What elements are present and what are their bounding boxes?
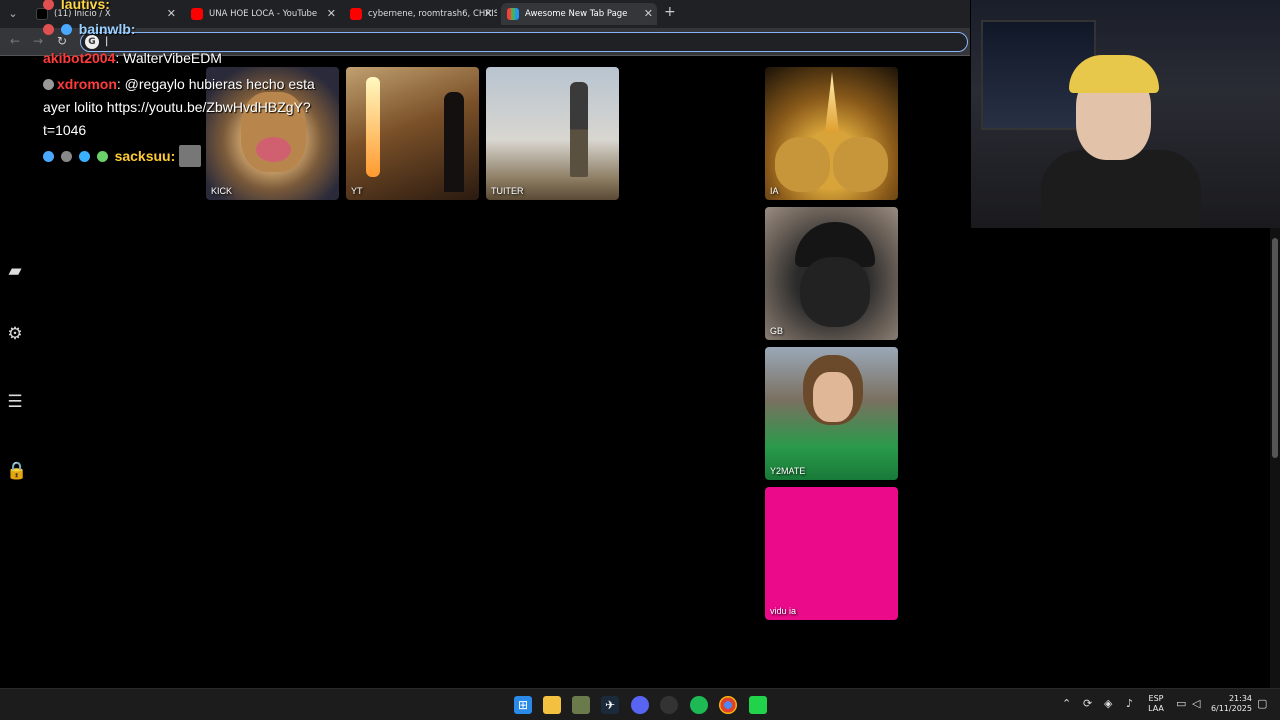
chat-message: xdromon: @regaylo hubieras hecho esta ay… bbox=[43, 73, 338, 142]
layout-icon[interactable]: ☰ bbox=[6, 393, 24, 411]
spotify-icon[interactable] bbox=[690, 696, 708, 714]
chat-text: : WalterVibeEDM bbox=[115, 50, 222, 66]
minecraft-icon[interactable] bbox=[572, 696, 590, 714]
tile-label: TUITER bbox=[491, 186, 524, 196]
chat-message: akibot2004: WalterVibeEDM bbox=[43, 47, 222, 70]
clock[interactable]: 21:34 6/11/2025 bbox=[1210, 694, 1252, 714]
fire-column bbox=[366, 77, 380, 177]
badge-icon bbox=[43, 151, 54, 162]
close-icon[interactable]: ✕ bbox=[644, 3, 653, 25]
badge-icon bbox=[78, 151, 90, 162]
tab-label: Awesome New Tab Page bbox=[525, 9, 628, 19]
tile-label: Y2MATE bbox=[770, 466, 806, 476]
chat-message: lautivs: bbox=[43, 0, 110, 16]
chevron-up-icon[interactable]: ⌃ bbox=[1062, 697, 1071, 710]
webcam-overlay bbox=[971, 0, 1280, 228]
cat-right bbox=[833, 137, 888, 192]
chat-message: sacksuu: bbox=[43, 145, 204, 168]
file-explorer-icon[interactable] bbox=[543, 696, 561, 714]
tile-label: KICK bbox=[211, 186, 233, 196]
page-scrollbar[interactable] bbox=[1270, 228, 1280, 688]
black-cat bbox=[800, 257, 870, 327]
tile-label: GB bbox=[770, 326, 784, 336]
soldier-silhouette bbox=[444, 92, 464, 192]
taskbar: ⊞ ✈ ⌃ ⟳ ◈ ♪ ESP LAA ▭ ◁ 21:34 6/11/2025 … bbox=[0, 688, 1280, 720]
chat-username: sacksuu: bbox=[114, 148, 176, 164]
back-arrow-icon[interactable]: ← bbox=[10, 34, 20, 48]
tile-label: IA bbox=[770, 186, 779, 196]
face bbox=[813, 372, 853, 422]
tab-youtube-2[interactable]: cybernene, roomtrash6, CHRIS ✕ bbox=[344, 3, 497, 25]
close-icon[interactable]: ✕ bbox=[327, 3, 336, 25]
gamepad-icon[interactable]: ▰ bbox=[6, 262, 24, 280]
chat-username: bainwlb: bbox=[78, 21, 136, 37]
badge-icon bbox=[43, 0, 54, 10]
badge-icon bbox=[60, 151, 72, 162]
man-figure bbox=[570, 82, 588, 177]
chat-username: lautivs: bbox=[60, 0, 110, 12]
clock-date: 6/11/2025 bbox=[1210, 704, 1252, 713]
chat-username: akibot2004 bbox=[43, 50, 116, 66]
microphone-icon[interactable]: ♪ bbox=[1126, 697, 1133, 710]
badge-icon bbox=[43, 24, 54, 35]
badge-icon bbox=[43, 79, 54, 90]
tile-youtube[interactable]: YT bbox=[346, 67, 479, 200]
tab-label: cybernene, roomtrash6, CHRIS bbox=[368, 9, 497, 19]
sync-icon[interactable]: ⟳ bbox=[1083, 697, 1092, 710]
streamer-body bbox=[1041, 150, 1201, 228]
youtube-icon bbox=[191, 8, 203, 20]
new-tab-plus-icon[interactable]: + bbox=[664, 4, 676, 20]
new-tab-page-icon bbox=[507, 8, 519, 20]
forward-arrow-icon[interactable]: → bbox=[33, 34, 43, 48]
lang-layout: LAA bbox=[1148, 704, 1164, 713]
tile-gb[interactable]: GB bbox=[765, 207, 898, 340]
badge-icon bbox=[96, 151, 108, 162]
discord-icon[interactable] bbox=[631, 696, 649, 714]
tile-label: YT bbox=[351, 186, 363, 196]
close-icon[interactable]: ✕ bbox=[167, 3, 176, 25]
close-icon[interactable]: ✕ bbox=[484, 3, 493, 25]
notification-icon[interactable]: ▢ bbox=[1257, 697, 1267, 710]
lock-icon[interactable]: 🔒 bbox=[6, 462, 27, 480]
shield-icon[interactable]: ◈ bbox=[1104, 697, 1112, 710]
tile-tuiter[interactable]: TUITER bbox=[486, 67, 619, 200]
lang-code: ESP bbox=[1148, 694, 1164, 703]
youtube-icon bbox=[350, 8, 362, 20]
tile-label: vidu ia bbox=[770, 606, 797, 616]
tab-strip: ⌄ (11) Inicio / X ✕ UNA HOE LOCA - YouTu… bbox=[0, 0, 970, 28]
clock-time: 21:34 bbox=[1228, 694, 1252, 703]
cat-left bbox=[775, 137, 830, 192]
streamer-cap bbox=[1069, 55, 1159, 93]
tab-label: UNA HOE LOCA - YouTube bbox=[209, 9, 318, 19]
chat-username: xdromon bbox=[57, 76, 117, 92]
chrome-icon[interactable] bbox=[719, 696, 737, 714]
steam-icon[interactable]: ✈ bbox=[601, 696, 619, 714]
volume-icon[interactable]: ◁ bbox=[1192, 697, 1200, 710]
gear-icon[interactable]: ⚙ bbox=[6, 325, 24, 343]
kick-icon[interactable] bbox=[749, 696, 767, 714]
emote-icon bbox=[179, 145, 202, 167]
app-icon[interactable] bbox=[660, 696, 678, 714]
windows-start-icon[interactable]: ⊞ bbox=[514, 696, 532, 714]
tab-awesome-new-tab[interactable]: Awesome New Tab Page ✕ bbox=[501, 3, 657, 25]
tab-search-icon[interactable]: ⌄ bbox=[4, 5, 22, 23]
badge-icon bbox=[60, 24, 72, 35]
language-indicator[interactable]: ESP LAA bbox=[1146, 694, 1166, 714]
tile-vidu-ia[interactable]: vidu ia bbox=[765, 487, 898, 620]
tab-youtube-1[interactable]: UNA HOE LOCA - YouTube ✕ bbox=[185, 3, 340, 25]
tile-y2mate[interactable]: Y2MATE bbox=[765, 347, 898, 480]
tile-ia[interactable]: IA bbox=[765, 67, 898, 200]
chat-message: bainwlb: bbox=[43, 18, 136, 41]
scrollbar-thumb[interactable] bbox=[1272, 238, 1278, 458]
eiffel-tower bbox=[825, 72, 839, 132]
network-icon[interactable]: ▭ bbox=[1176, 697, 1186, 710]
